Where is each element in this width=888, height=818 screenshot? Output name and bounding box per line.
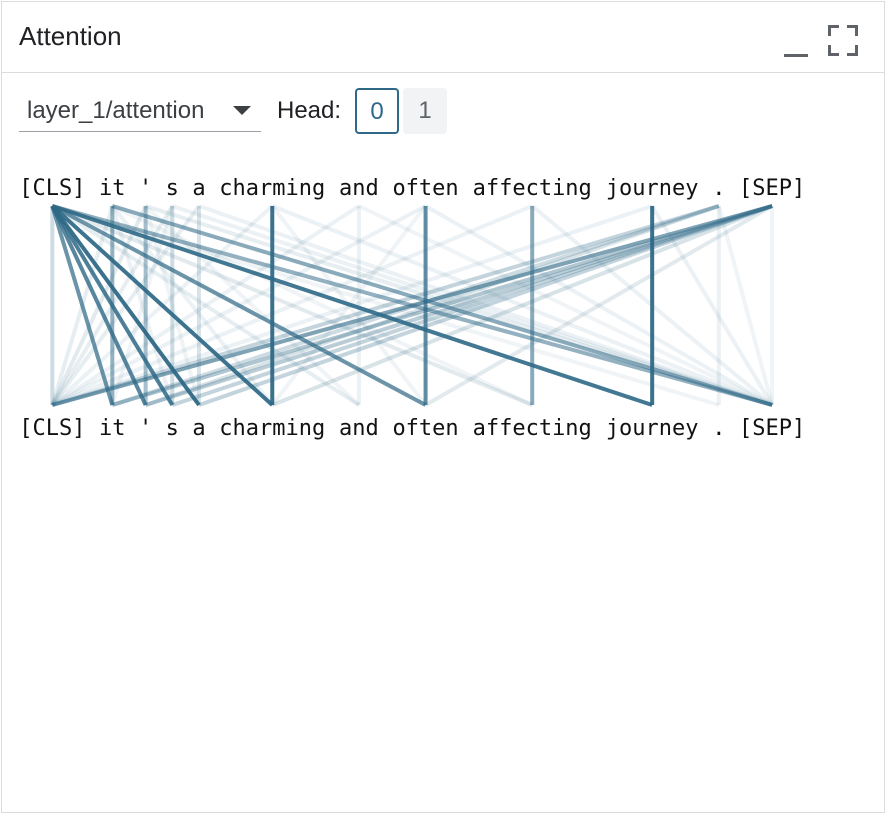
head-label: Head: — [277, 97, 342, 124]
source-tokens: [CLS] it ' s a charming and often affecting journ… — [19, 176, 805, 201]
target-token-6[interactable]: and — [339, 416, 379, 441]
minimize-icon — [784, 54, 808, 57]
head-1-button[interactable]: 1 — [403, 88, 447, 134]
source-token-11[interactable]: [SEP] — [739, 176, 805, 201]
target-token-1[interactable]: it — [99, 416, 126, 441]
target-token-10[interactable]: . — [712, 416, 725, 441]
dropdown-arrow-icon — [233, 106, 251, 115]
target-token-3[interactable]: s — [166, 416, 179, 441]
layer-select-value: layer_1/attention — [27, 97, 205, 124]
target-token-9[interactable]: journey — [606, 416, 699, 441]
fullscreen-button[interactable] — [828, 22, 858, 56]
attention-visualization: [CLS] it ' s a charming and often affecting journ… — [19, 176, 805, 441]
source-token-1[interactable]: it — [99, 176, 126, 201]
source-token-10[interactable]: . — [712, 176, 725, 201]
source-token-0[interactable]: [CLS] — [19, 176, 85, 201]
source-token-8[interactable]: affecting — [473, 176, 592, 201]
attention-controls: layer_1/attention Head: 0 1 — [19, 87, 619, 135]
target-token-0[interactable]: [CLS] — [19, 416, 85, 441]
source-token-5[interactable]: charming — [219, 176, 325, 201]
target-tokens: [CLS] it ' s a charming and often affecting journ… — [19, 416, 805, 441]
layer-select[interactable]: layer_1/attention — [19, 87, 261, 132]
attention-link — [144, 204, 720, 407]
target-token-7[interactable]: often — [392, 416, 458, 441]
source-token-9[interactable]: journey — [606, 176, 699, 201]
head-0-button[interactable]: 0 — [355, 88, 399, 134]
source-token-3[interactable]: s — [166, 176, 179, 201]
target-token-2[interactable]: ' — [139, 416, 152, 441]
source-token-2[interactable]: ' — [139, 176, 152, 201]
minimize-button[interactable] — [782, 22, 812, 57]
attention-panel: Attention layer_1/attention Head: 0 1 [C… — [1, 1, 885, 813]
source-token-6[interactable]: and — [339, 176, 379, 201]
target-token-8[interactable]: affecting — [473, 416, 592, 441]
attention-link — [716, 205, 775, 406]
source-token-4[interactable]: a — [192, 176, 205, 201]
target-token-4[interactable]: a — [192, 416, 205, 441]
panel-header: Attention — [2, 2, 884, 73]
source-token-7[interactable]: often — [392, 176, 458, 201]
attention-links — [50, 204, 775, 407]
panel-title: Attention — [19, 21, 122, 51]
target-token-5[interactable]: charming — [219, 416, 325, 441]
target-token-11[interactable]: [SEP] — [739, 416, 805, 441]
